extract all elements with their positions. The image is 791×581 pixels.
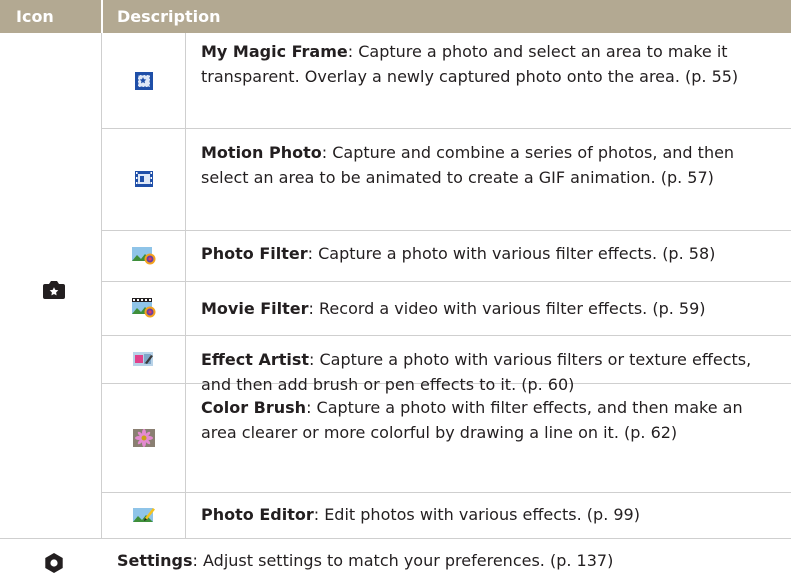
color-brush-icon	[102, 383, 185, 492]
table-header: Icon Description	[0, 0, 791, 33]
mode-name: Color Brush	[201, 398, 307, 417]
mode-description: Color Brush: Capture a photo with filter…	[201, 395, 771, 445]
mode-description: Effect Artist: Capture a photo with vari…	[201, 347, 771, 397]
settings-name: Settings	[117, 551, 193, 570]
photo-filter-icon	[102, 230, 185, 281]
header-icon-label: Icon	[16, 7, 54, 26]
mode-text: : Edit photos with various effects. (p. …	[313, 505, 640, 524]
mode-name: Movie Filter	[201, 299, 309, 318]
mode-name: Photo Filter	[201, 244, 308, 263]
camera-star-icon	[41, 278, 67, 302]
photo-editor-icon	[102, 492, 185, 538]
gear-icon	[42, 551, 66, 575]
mode-description: My Magic Frame: Capture a photo and sele…	[201, 39, 771, 89]
mode-description: Movie Filter: Record a video with variou…	[201, 296, 771, 321]
row-divider	[101, 335, 791, 336]
mode-name: My Magic Frame	[201, 42, 348, 61]
mode-name: Photo Editor	[201, 505, 314, 524]
header-description-label: Description	[117, 7, 221, 26]
magic-frame-icon	[102, 33, 185, 128]
settings-description: Settings: Adjust settings to match your …	[117, 548, 777, 573]
row-divider	[101, 281, 791, 282]
mode-description: Motion Photo: Capture and combine a seri…	[201, 140, 771, 190]
mode-text: : Record a video with various filter eff…	[308, 299, 706, 318]
mode-description: Photo Filter: Capture a photo with vario…	[201, 241, 771, 266]
column-divider-inner	[185, 33, 186, 538]
row-divider	[0, 538, 791, 539]
row-divider	[101, 492, 791, 493]
effect-artist-icon	[102, 335, 185, 383]
row-divider	[101, 128, 791, 129]
mode-text: : Capture a photo with various filter ef…	[307, 244, 716, 263]
mode-name: Effect Artist	[201, 350, 310, 369]
header-divider	[101, 0, 103, 33]
mode-name: Motion Photo	[201, 143, 322, 162]
movie-filter-icon	[102, 281, 185, 335]
settings-text: : Adjust settings to match your preferen…	[192, 551, 614, 570]
motion-photo-icon	[102, 128, 185, 230]
row-divider	[101, 230, 791, 231]
mode-description: Photo Editor: Edit photos with various e…	[201, 502, 771, 527]
